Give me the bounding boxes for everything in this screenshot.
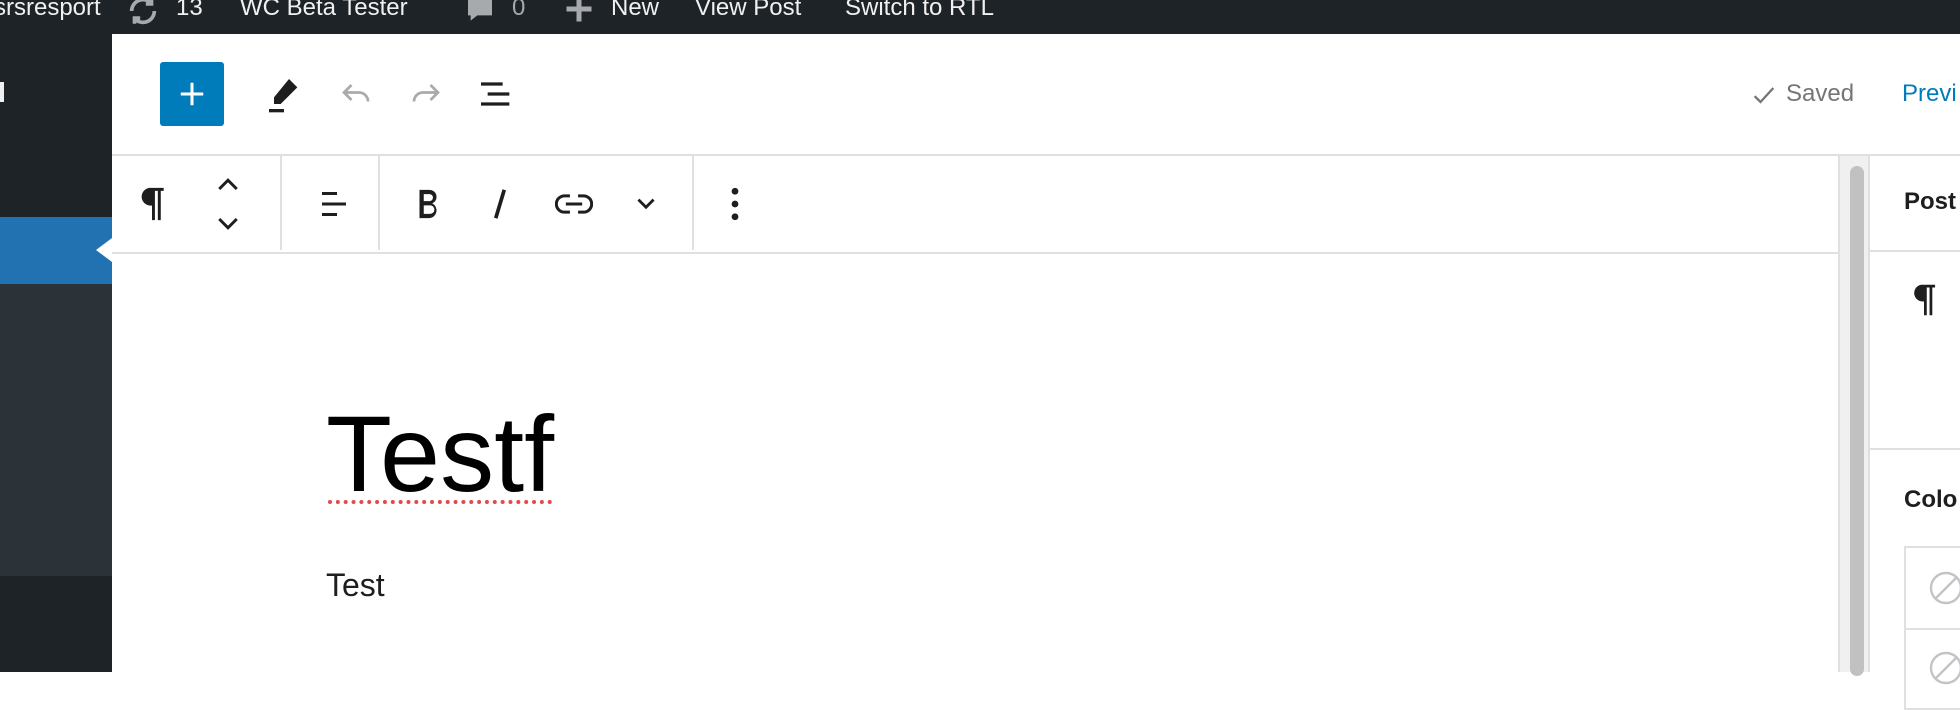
color-swatch-text[interactable] [1906, 548, 1960, 630]
active-menu-pointer [96, 238, 112, 262]
color-swatch-list [1904, 546, 1960, 710]
italic-button[interactable] [472, 176, 528, 232]
admin-bar-wc-beta-tester[interactable]: WC Beta Tester [240, 0, 408, 24]
admin-submenu [0, 284, 112, 576]
toolbar-separator [692, 156, 694, 250]
saved-label: Saved [1786, 80, 1855, 107]
block-type-button[interactable] [126, 176, 178, 232]
spellcheck-underline [328, 500, 553, 504]
no-color-icon [1929, 571, 1960, 605]
no-color-icon [1929, 651, 1960, 685]
sidebar-divider [1870, 448, 1960, 450]
plus-icon [180, 82, 204, 106]
align-button[interactable] [298, 176, 370, 232]
paragraph-block[interactable]: Test [326, 562, 385, 608]
color-panel-heading[interactable]: Colo [1904, 486, 1957, 514]
link-button[interactable] [542, 176, 606, 232]
post-title[interactable]: Testf [326, 394, 554, 514]
admin-side-menu [0, 34, 112, 672]
settings-sidebar: Post Colo [1868, 156, 1960, 710]
move-block-buttons[interactable] [206, 168, 250, 240]
block-options-button[interactable] [708, 176, 762, 232]
block-inserter-button[interactable] [160, 62, 224, 126]
paragraph-icon [141, 187, 164, 221]
plus-icon[interactable] [564, 0, 594, 24]
saved-status: Saved [1750, 74, 1854, 114]
sidebar-tab-post[interactable]: Post [1904, 188, 1956, 216]
scrollbar-thumb[interactable] [1850, 166, 1864, 676]
document-overview-button[interactable] [464, 62, 528, 126]
undo-icon [342, 84, 370, 102]
editor-canvas: Testf Test [112, 254, 1838, 672]
toolbar-separator [280, 156, 282, 250]
link-icon [555, 194, 593, 214]
more-rich-text-button[interactable] [618, 176, 674, 232]
italic-icon [493, 189, 507, 219]
bold-icon [419, 189, 437, 219]
more-vertical-icon [731, 187, 739, 221]
admin-bar-switch-rtl[interactable]: Switch to RTL [845, 0, 994, 24]
toolbar-separator [378, 156, 380, 250]
chevron-down-icon [637, 198, 655, 210]
admin-bar-site-name[interactable]: srsresport [0, 0, 101, 24]
updates-count[interactable]: 13 [176, 0, 203, 24]
block-toolbar [112, 156, 1838, 254]
redo-button[interactable] [394, 62, 458, 126]
color-swatch-background[interactable] [1906, 628, 1960, 710]
undo-button[interactable] [324, 62, 388, 126]
canvas-scrollbar[interactable] [1838, 156, 1870, 676]
tools-button[interactable] [252, 62, 316, 126]
paragraph-icon [1910, 280, 1938, 328]
pencil-icon [269, 79, 298, 113]
updates-icon[interactable] [126, 0, 160, 28]
menu-item-edge[interactable] [0, 82, 4, 102]
check-icon [1753, 86, 1775, 104]
admin-bar-view-post[interactable]: View Post [695, 0, 801, 24]
admin-bar: srsresport 13 WC Beta Tester 0 New View … [0, 0, 1960, 34]
list-view-icon [481, 82, 510, 106]
bold-button[interactable] [400, 176, 456, 232]
post-title-text: Testf [326, 393, 555, 514]
comments-count[interactable]: 0 [512, 0, 525, 24]
comments-icon[interactable] [464, 0, 496, 26]
redo-icon [412, 84, 440, 102]
chevron-up-down-icon [218, 178, 238, 230]
align-left-icon [322, 192, 346, 216]
sidebar-divider [1870, 250, 1960, 252]
editor-header: Saved Previ [112, 34, 1960, 156]
admin-bar-new[interactable]: New [611, 0, 659, 24]
preview-button[interactable]: Previ [1902, 74, 1957, 114]
